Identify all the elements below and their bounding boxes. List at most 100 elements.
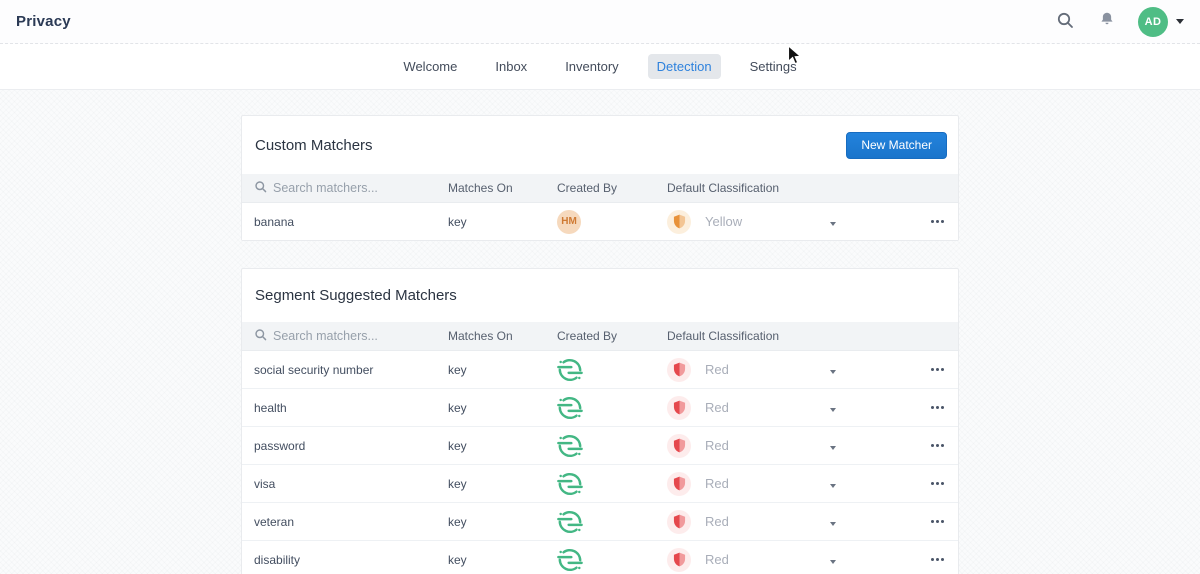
tab-detection[interactable]: Detection	[648, 54, 721, 79]
bell-icon	[1098, 11, 1116, 32]
tab-welcome[interactable]: Welcome	[394, 54, 466, 79]
classification-label: Red	[705, 400, 729, 415]
custom-matchers-header: Custom Matchers New Matcher	[242, 116, 958, 174]
search-matchers-input[interactable]	[273, 181, 423, 195]
tab-settings[interactable]: Settings	[741, 54, 806, 79]
tab-inventory[interactable]: Inventory	[556, 54, 627, 79]
segment-logo-icon	[557, 547, 583, 573]
more-options-button[interactable]	[929, 402, 946, 413]
classification-label: Red	[705, 514, 729, 529]
classification-dropdown-chevron-icon[interactable]	[830, 484, 836, 488]
app-window: Privacy AD	[0, 0, 1200, 574]
more-options-button[interactable]	[929, 364, 946, 375]
shield-icon	[667, 396, 691, 420]
classification-label: Red	[705, 552, 729, 567]
table-row: health key Red	[242, 388, 958, 426]
tab-inbox[interactable]: Inbox	[486, 54, 536, 79]
created-by-cell: HM	[557, 210, 667, 234]
chevron-down-icon[interactable]	[1176, 19, 1184, 24]
main-nav: Welcome Inbox Inventory Detection Settin…	[0, 44, 1200, 90]
more-options-button[interactable]	[929, 216, 946, 227]
section-title: Segment Suggested Matchers	[255, 287, 457, 304]
classification-dropdown-chevron-icon[interactable]	[830, 222, 836, 226]
created-by-cell	[557, 471, 667, 497]
matches-on-value: key	[448, 515, 557, 529]
matches-on-value: key	[448, 215, 557, 229]
col-matches-on: Matches On	[448, 181, 557, 195]
created-by-cell	[557, 395, 667, 421]
col-created-by: Created By	[557, 181, 667, 195]
matches-on-value: key	[448, 477, 557, 491]
search-icon	[254, 328, 267, 344]
page-content: Custom Matchers New Matcher Matches On C…	[0, 90, 1200, 574]
table-row: password key Red	[242, 426, 958, 464]
table-header: Matches On Created By Default Classifica…	[242, 322, 958, 350]
shield-icon	[667, 510, 691, 534]
segment-logo-icon	[557, 433, 583, 459]
table-row: visa key Red	[242, 464, 958, 502]
classification-dropdown-chevron-icon[interactable]	[830, 522, 836, 526]
col-matches-on: Matches On	[448, 329, 557, 343]
classification-cell: Red	[667, 434, 830, 458]
classification-dropdown-chevron-icon[interactable]	[830, 560, 836, 564]
shield-icon	[667, 434, 691, 458]
classification-dropdown-chevron-icon[interactable]	[830, 446, 836, 450]
top-bar: Privacy AD	[0, 0, 1200, 44]
segment-logo-icon	[557, 357, 583, 383]
app-title: Privacy	[16, 13, 71, 30]
col-default-classification: Default Classification	[667, 329, 830, 343]
matches-on-value: key	[448, 363, 557, 377]
table-row: social security number key Red	[242, 350, 958, 388]
shield-icon	[667, 472, 691, 496]
search-button[interactable]	[1054, 9, 1076, 34]
table-header: Matches On Created By Default Classifica…	[242, 174, 958, 202]
created-by-cell	[557, 357, 667, 383]
new-matcher-button[interactable]: New Matcher	[846, 132, 947, 159]
col-default-classification: Default Classification	[667, 181, 830, 195]
matches-on-value: key	[448, 401, 557, 415]
search-cell	[254, 328, 448, 344]
classification-cell: Red	[667, 510, 830, 534]
shield-icon	[667, 210, 691, 234]
notifications-button[interactable]	[1096, 9, 1118, 34]
topbar-actions: AD	[1054, 7, 1184, 37]
matcher-name: health	[254, 401, 448, 415]
shield-icon	[667, 358, 691, 382]
search-matchers-input[interactable]	[273, 329, 423, 343]
matches-on-value: key	[448, 439, 557, 453]
classification-label: Red	[705, 438, 729, 453]
segment-matchers-card: Segment Suggested Matchers Matches On Cr…	[241, 268, 959, 574]
matcher-name: visa	[254, 477, 448, 491]
created-by-cell	[557, 547, 667, 573]
section-title: Custom Matchers	[255, 137, 373, 154]
segment-matchers-header: Segment Suggested Matchers	[242, 269, 958, 322]
table-row: disability key Red	[242, 540, 958, 574]
matcher-name: banana	[254, 215, 448, 229]
classification-label: Yellow	[705, 214, 742, 229]
more-options-button[interactable]	[929, 554, 946, 565]
classification-cell: Red	[667, 396, 830, 420]
col-created-by: Created By	[557, 329, 667, 343]
creator-avatar: HM	[557, 210, 581, 234]
classification-dropdown-chevron-icon[interactable]	[830, 370, 836, 374]
segment-logo-icon	[557, 509, 583, 535]
user-menu[interactable]: AD	[1138, 7, 1184, 37]
table-row: veteran key Red	[242, 502, 958, 540]
more-options-button[interactable]	[929, 440, 946, 451]
classification-cell: Red	[667, 472, 830, 496]
created-by-cell	[557, 433, 667, 459]
matcher-name: password	[254, 439, 448, 453]
matcher-name: veteran	[254, 515, 448, 529]
matcher-name: social security number	[254, 363, 448, 377]
classification-cell: Red	[667, 548, 830, 572]
avatar[interactable]: AD	[1138, 7, 1168, 37]
custom-matchers-card: Custom Matchers New Matcher Matches On C…	[241, 115, 959, 241]
classification-cell: Yellow	[667, 210, 830, 234]
matches-on-value: key	[448, 553, 557, 567]
segment-logo-icon	[557, 395, 583, 421]
classification-dropdown-chevron-icon[interactable]	[830, 408, 836, 412]
segment-logo-icon	[557, 471, 583, 497]
matcher-name: disability	[254, 553, 448, 567]
more-options-button[interactable]	[929, 516, 946, 527]
more-options-button[interactable]	[929, 478, 946, 489]
